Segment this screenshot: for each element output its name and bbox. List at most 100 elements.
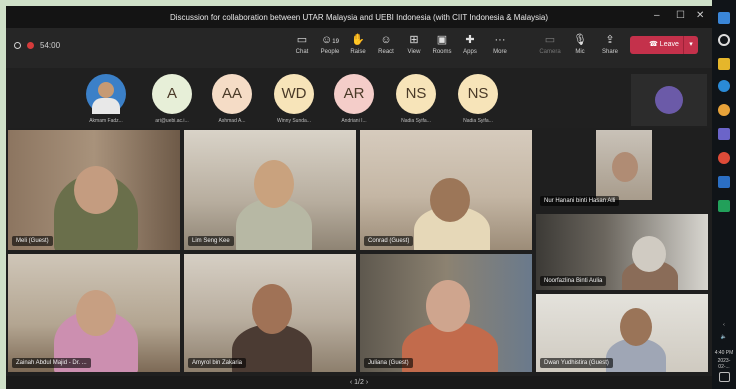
file-explorer-icon[interactable]: [718, 58, 730, 70]
speaker-icon[interactable]: 🔈: [713, 334, 735, 340]
react-button[interactable]: ☺ React: [372, 33, 400, 55]
clock-time[interactable]: 4:40 PM: [713, 350, 735, 356]
self-avatar: [655, 86, 683, 114]
meeting-toolbar: 54:00 ▭ Chat ☺19 People ✋ Raise ☺ React …: [6, 28, 712, 68]
chevron-right-icon[interactable]: ›: [366, 379, 368, 386]
video-tile[interactable]: Meli (Guest): [8, 130, 180, 250]
chrome-icon[interactable]: [718, 152, 730, 164]
raise-button[interactable]: ✋ Raise: [344, 33, 372, 55]
edge-icon[interactable]: [718, 80, 730, 92]
participant-face: [76, 290, 116, 336]
search-icon[interactable]: [718, 34, 730, 46]
page-indicator: ‹ 1/2 ›: [6, 376, 712, 389]
participant-name: Lim Seng Kee: [188, 236, 234, 246]
participant-name: Conrad (Guest): [364, 236, 414, 246]
video-tile[interactable]: Juliana (Guest): [360, 254, 532, 372]
more-icon: ···: [494, 34, 506, 46]
video-tile[interactable]: Nur Hanani binti Hasan Alli: [536, 130, 708, 210]
excel-icon[interactable]: [718, 200, 730, 212]
attendee-avatar[interactable]: [86, 74, 126, 114]
participant-face: [620, 308, 652, 346]
meeting-timer: 54:00: [14, 41, 60, 50]
apps-button[interactable]: ✚ Apps: [456, 33, 484, 55]
page-number: 1/2: [354, 379, 364, 386]
attendee-avatar[interactable]: WD: [274, 74, 314, 114]
chevron-down-icon[interactable]: ▾: [683, 36, 698, 54]
attendee-avatar[interactable]: A: [152, 74, 192, 114]
participant-name: Noorfazlina Binti Aulia: [540, 276, 607, 286]
notification-icon[interactable]: [719, 372, 730, 382]
participant-name: Juliana (Guest): [364, 358, 413, 368]
phone-icon: ☎: [649, 41, 660, 48]
video-tile[interactable]: Zainah Abdul Majid - Dr. ...: [8, 254, 180, 372]
video-tile[interactable]: Noorfazlina Binti Aulia: [536, 214, 708, 290]
apps-icon: ✚: [465, 34, 475, 46]
attendee-avatar[interactable]: AA: [212, 74, 252, 114]
windows-taskbar: ‹ 🔈 4:40 PM 2023-02-...: [712, 0, 736, 389]
video-tile[interactable]: Lim Seng Kee: [184, 130, 356, 250]
view-button[interactable]: ⊞ View: [400, 33, 428, 55]
people-icon: ☺19: [321, 34, 339, 46]
more-button[interactable]: ··· More: [486, 33, 514, 55]
attendee-name: Andriani I...: [341, 118, 367, 124]
camera-icon: ▭: [544, 34, 556, 46]
share-icon: ⇪: [605, 34, 615, 46]
video-tile[interactable]: Dwan Yudhistira (Guest): [536, 294, 708, 372]
close-icon[interactable]: ✕: [696, 10, 704, 21]
participant-face: [74, 166, 118, 214]
title-bar: Discussion for collaboration between UTA…: [6, 6, 712, 28]
attendee-name: Nadia Syifa...: [401, 118, 431, 124]
video-grid: Meli (Guest) Lim Seng Kee Conrad (Guest)…: [6, 128, 712, 376]
participant-name: Nur Hanani binti Hasan Alli: [540, 196, 620, 206]
attendee-name: Winny Sunda...: [277, 118, 311, 124]
mic-icon: 🎙: [573, 34, 587, 46]
self-view-tile[interactable]: [631, 74, 707, 126]
maximize-icon[interactable]: ☐: [676, 10, 685, 21]
participant-face: [612, 152, 638, 182]
participant-name: Amyrol bin Zakaria: [188, 358, 247, 368]
attendee-avatar[interactable]: AR: [334, 74, 374, 114]
mic-button[interactable]: 🎙 Mic: [566, 33, 594, 55]
rooms-icon: ▣: [436, 34, 448, 46]
chevron-up-icon[interactable]: ‹: [713, 322, 735, 328]
participant-face: [252, 284, 292, 334]
firefox-icon[interactable]: [718, 104, 730, 116]
attendee-name: ari@uebi.ac.i...: [155, 118, 189, 124]
attendee-name: Akmam Fadz...: [89, 118, 123, 124]
video-tile[interactable]: Conrad (Guest): [360, 130, 532, 250]
status-icon: [14, 42, 21, 49]
leave-label: Leave: [659, 41, 679, 48]
attendee-name: Ashmad A...: [218, 118, 246, 124]
windows-start-icon[interactable]: [718, 12, 730, 24]
leave-button[interactable]: ☎ Leave ▾: [630, 36, 698, 54]
word-icon[interactable]: [718, 176, 730, 188]
teams-icon[interactable]: [718, 128, 730, 140]
attendee-avatar[interactable]: NS: [396, 74, 436, 114]
participant-face: [254, 160, 294, 208]
participant-face: [426, 280, 470, 332]
teams-window: Discussion for collaboration between UTA…: [6, 6, 712, 389]
rooms-button[interactable]: ▣ Rooms: [428, 33, 456, 55]
attendee-strip: Akmam Fadz... A ari@uebi.ac.i... AA Ashm…: [6, 68, 712, 128]
attendee-name: Nadia Syifa...: [463, 118, 493, 124]
raise-hand-icon: ✋: [351, 34, 365, 46]
participant-name: Meli (Guest): [12, 236, 53, 246]
minimize-icon[interactable]: –: [654, 10, 660, 21]
clock-date[interactable]: 2023-02-...: [713, 358, 735, 370]
chat-icon: ▭: [296, 34, 308, 46]
camera-button[interactable]: ▭ Camera: [536, 33, 564, 55]
react-icon: ☺: [380, 34, 392, 46]
chat-button[interactable]: ▭ Chat: [288, 33, 316, 55]
record-icon: [27, 42, 34, 49]
share-button[interactable]: ⇪ Share: [596, 33, 624, 55]
participant-name: Dwan Yudhistira (Guest): [540, 358, 613, 368]
participant-face: [632, 236, 666, 272]
attendee-avatar[interactable]: NS: [458, 74, 498, 114]
participant-face: [430, 178, 470, 222]
participant-name: Zainah Abdul Majid - Dr. ...: [12, 358, 91, 368]
view-icon: ⊞: [409, 34, 419, 46]
people-button[interactable]: ☺19 People: [316, 33, 344, 55]
timer-text: 54:00: [40, 41, 61, 50]
people-count: 19: [332, 39, 339, 45]
video-tile[interactable]: Amyrol bin Zakaria: [184, 254, 356, 372]
